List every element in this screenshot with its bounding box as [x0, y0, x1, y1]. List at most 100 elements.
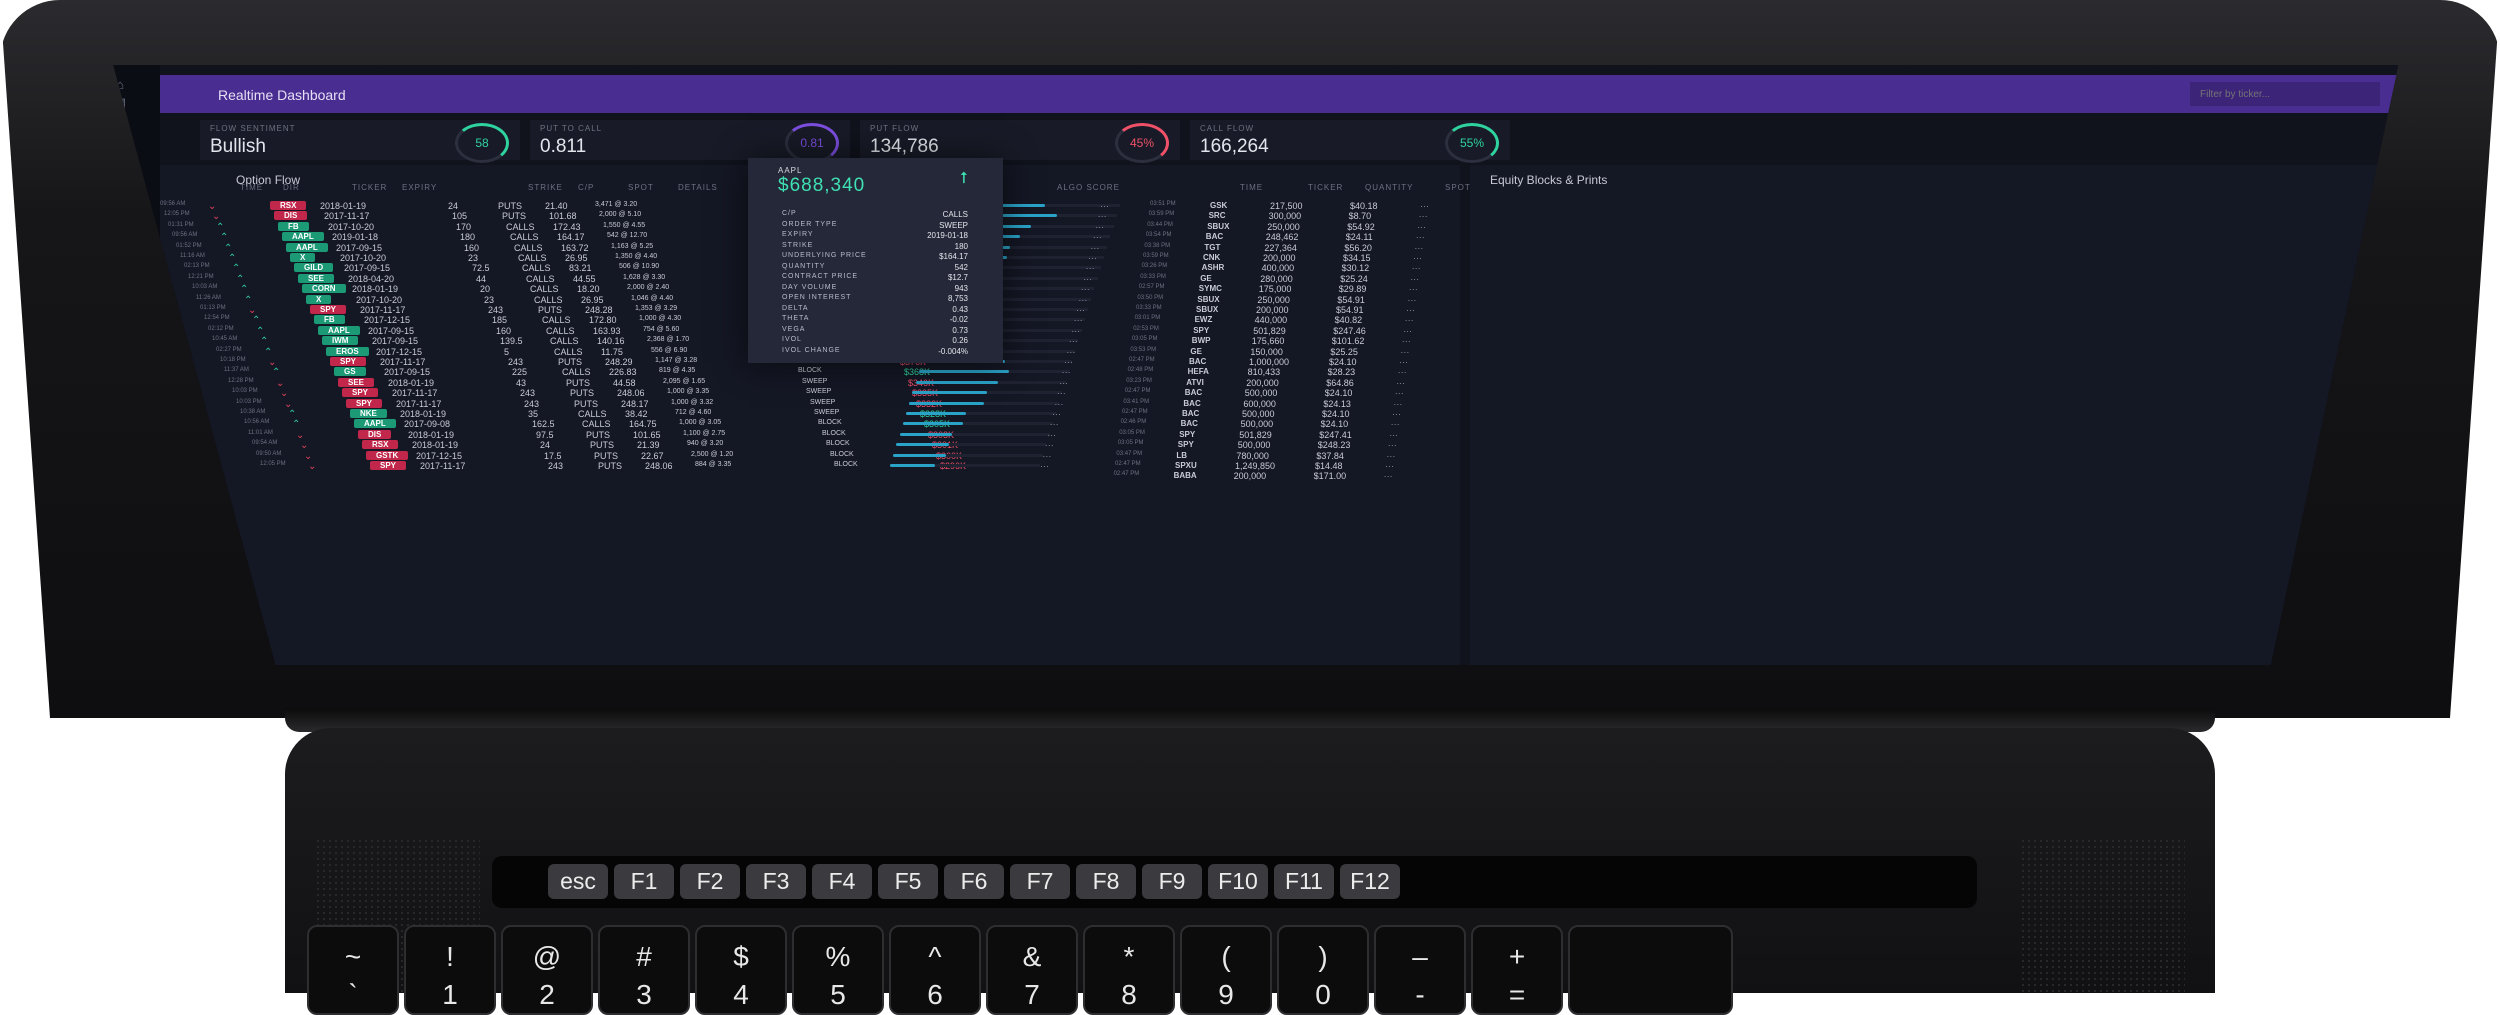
more-icon[interactable]: ···	[1095, 222, 1104, 232]
option-flow-header-dir[interactable]: DIR	[283, 183, 300, 192]
more-icon[interactable]: ···	[1042, 451, 1051, 461]
more-icon[interactable]: ···	[1086, 263, 1095, 273]
more-icon[interactable]: ···	[1076, 305, 1085, 315]
more-icon[interactable]: ···	[1040, 461, 1049, 471]
touchbar-key-f7[interactable]: F7	[1010, 864, 1070, 899]
keyboard-key[interactable]: ^ 6	[889, 925, 981, 1015]
more-icon[interactable]: ···	[1052, 409, 1061, 419]
more-icon[interactable]: ···	[1081, 284, 1090, 294]
more-icon[interactable]: ···	[1405, 315, 1414, 325]
keyboard-key[interactable]: ) 0	[1277, 925, 1369, 1015]
keyboard-key[interactable]: % 5	[792, 925, 884, 1015]
keyboard-key[interactable]: #3	[598, 925, 690, 1015]
option-flow-header-details[interactable]: DETAILS	[678, 183, 718, 192]
touchbar-key-f4[interactable]: F4	[812, 864, 872, 899]
more-icon[interactable]: ···	[1392, 409, 1401, 419]
touchbar-key-f5[interactable]: F5	[878, 864, 938, 899]
more-icon[interactable]: ···	[1413, 253, 1422, 263]
more-icon[interactable]: ···	[1406, 305, 1415, 315]
option-flow-header-ticker[interactable]: TICKER	[352, 183, 387, 192]
more-icon[interactable]: ···	[1386, 451, 1395, 461]
more-icon[interactable]: ···	[1420, 201, 1429, 211]
keyboard-key[interactable]	[1568, 925, 1733, 1015]
keyboard-key[interactable]: + =	[1471, 925, 1563, 1015]
more-icon[interactable]: ···	[1100, 201, 1109, 211]
keyboard-key[interactable]: @2	[501, 925, 593, 1015]
option-flow-header-strike[interactable]: STRIKE	[528, 183, 563, 192]
more-icon[interactable]: ···	[1050, 419, 1059, 429]
more-icon[interactable]: ···	[1419, 211, 1428, 221]
more-icon[interactable]: ···	[1093, 232, 1102, 242]
more-icon[interactable]: ···	[1388, 440, 1397, 450]
more-icon[interactable]: ···	[1054, 399, 1063, 409]
option-flow-header-expiry[interactable]: EXPIRY	[402, 183, 437, 192]
more-icon[interactable]: ···	[1064, 357, 1073, 367]
more-icon[interactable]: ···	[1414, 243, 1423, 253]
touchbar-key-f11[interactable]: F11	[1274, 864, 1334, 899]
keyboard-key[interactable]: ! 1	[404, 925, 496, 1015]
keyboard-key[interactable]: * 8	[1083, 925, 1175, 1015]
touchbar-key-f3[interactable]: F3	[746, 864, 806, 899]
touchbar-key-f12[interactable]: F12	[1340, 864, 1400, 899]
more-icon[interactable]: ···	[1402, 336, 1411, 346]
more-icon[interactable]: ···	[1389, 430, 1398, 440]
more-icon[interactable]: ···	[1066, 347, 1075, 357]
more-icon[interactable]: ···	[1399, 357, 1408, 367]
keyboard-key[interactable]: $4	[695, 925, 787, 1015]
touchbar-key-f9[interactable]: F9	[1142, 864, 1202, 899]
time-cell: 03:59 PM	[1143, 253, 1169, 259]
more-icon[interactable]: ···	[1045, 440, 1054, 450]
more-icon[interactable]: ···	[1062, 367, 1071, 377]
equity-header-spot[interactable]: SPOT	[1445, 183, 1471, 192]
equity-header-time[interactable]: TIME	[1240, 183, 1263, 192]
option-flow-header-algo[interactable]: ALGO SCORE	[1057, 183, 1120, 192]
more-icon[interactable]: ···	[1417, 222, 1426, 232]
equity-header-ticker[interactable]: TICKER	[1308, 183, 1343, 192]
more-icon[interactable]: ···	[1400, 347, 1409, 357]
more-icon[interactable]: ···	[1071, 326, 1080, 336]
more-icon[interactable]: ···	[1410, 274, 1419, 284]
more-icon[interactable]: ···	[1059, 378, 1068, 388]
touchbar-key-f8[interactable]: F8	[1076, 864, 1136, 899]
more-icon[interactable]: ···	[1412, 263, 1421, 273]
more-icon[interactable]: ···	[1384, 471, 1393, 481]
more-icon[interactable]: ···	[1098, 211, 1107, 221]
more-icon[interactable]: ···	[1403, 326, 1412, 336]
more-icon[interactable]: ···	[1088, 253, 1097, 263]
option-flow-header-time[interactable]: TIME	[240, 183, 263, 192]
detail-value: SWEEP	[939, 220, 968, 230]
more-icon[interactable]: ···	[1057, 388, 1066, 398]
more-icon[interactable]: ···	[1391, 419, 1400, 429]
touchbar-key-esc[interactable]: esc	[548, 864, 608, 899]
more-icon[interactable]: ···	[1078, 295, 1087, 305]
key-shift-label: @	[532, 941, 562, 972]
chevron-up-icon: ⌃	[252, 315, 261, 327]
more-icon[interactable]: ···	[1395, 388, 1404, 398]
more-icon[interactable]: ···	[1396, 378, 1405, 388]
more-icon[interactable]: ···	[1416, 232, 1425, 242]
option-flow-header-spot[interactable]: SPOT	[628, 183, 654, 192]
equity-header-quantity[interactable]: QUANTITY	[1365, 183, 1413, 192]
touchbar-key-f6[interactable]: F6	[944, 864, 1004, 899]
keyboard-key[interactable]: ~ `	[307, 925, 399, 1015]
option-flow-header-cp[interactable]: C/P	[578, 183, 594, 192]
touchbar-key-f10[interactable]: F10	[1208, 864, 1268, 899]
expiry-cell: 2018-01-19	[408, 429, 455, 440]
more-icon[interactable]: ···	[1074, 315, 1083, 325]
more-icon[interactable]: ···	[1407, 295, 1416, 305]
more-icon[interactable]: ···	[1047, 430, 1056, 440]
more-icon[interactable]: ···	[1393, 399, 1402, 409]
ticker-filter-input[interactable]	[2190, 82, 2380, 106]
keyboard-key[interactable]: – -	[1374, 925, 1466, 1015]
more-icon[interactable]: ···	[1083, 274, 1092, 284]
more-icon[interactable]: ···	[1385, 461, 1394, 471]
more-icon[interactable]: ···	[1090, 243, 1099, 253]
more-icon[interactable]: ···	[1069, 336, 1078, 346]
ticker-badge: EROS	[326, 346, 369, 356]
keyboard-key[interactable]: (9	[1180, 925, 1272, 1015]
more-icon[interactable]: ···	[1398, 367, 1407, 377]
keyboard-key[interactable]: & 7	[986, 925, 1078, 1015]
touchbar-key-f1[interactable]: F1	[614, 864, 674, 899]
touchbar-key-f2[interactable]: F2	[680, 864, 740, 899]
more-icon[interactable]: ···	[1409, 284, 1418, 294]
